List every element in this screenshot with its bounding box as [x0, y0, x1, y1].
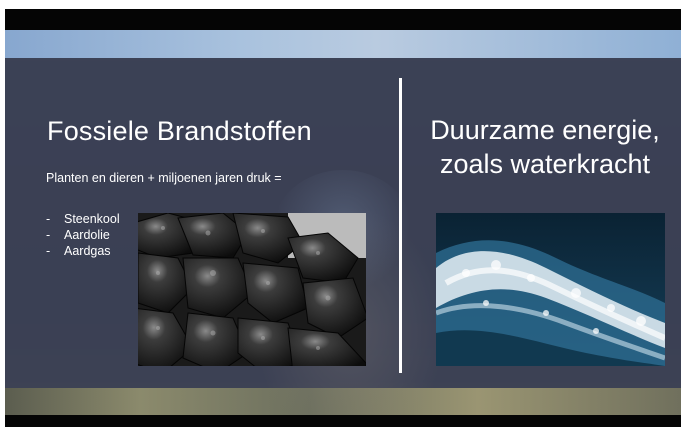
right-title: Duurzame energie, zoals waterkracht	[410, 113, 680, 181]
right-title-line2: zoals waterkracht	[439, 149, 651, 179]
water-image	[436, 213, 665, 366]
water-photo	[436, 213, 665, 366]
fuel-list: - Steenkool - Aardolie - Aardgas	[46, 211, 120, 259]
left-title: Fossiele Brandstoffen	[47, 116, 312, 146]
list-item-label: Aardolie	[64, 228, 110, 242]
coal-image	[138, 213, 366, 366]
bullet-dash: -	[46, 212, 51, 226]
vertical-divider	[399, 78, 402, 373]
letterbox-top-bar	[5, 9, 681, 30]
list-item: - Aardolie	[46, 227, 120, 243]
list-item-label: Aardgas	[64, 244, 111, 258]
right-title-line1: Duurzame energie,	[430, 115, 660, 145]
list-item: - Steenkool	[46, 211, 120, 227]
bullet-dash: -	[46, 244, 51, 258]
bullet-dash: -	[46, 228, 51, 242]
list-item: - Aardgas	[46, 243, 120, 259]
background-sky	[5, 30, 681, 58]
slide: Fossiele Brandstoffen Planten en dieren …	[5, 30, 681, 415]
list-item-label: Steenkool	[64, 212, 120, 226]
letterbox-bottom-bar	[5, 415, 681, 427]
coal-photo	[138, 213, 366, 366]
left-subtitle: Planten en dieren + miljoenen jaren druk…	[46, 171, 282, 185]
